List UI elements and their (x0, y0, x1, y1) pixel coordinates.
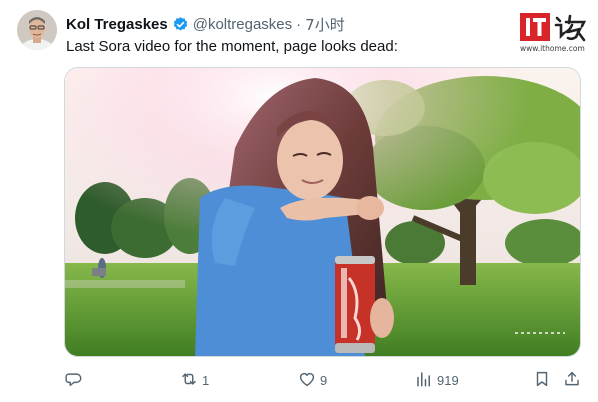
views-icon (415, 370, 433, 391)
share-icon (563, 370, 581, 391)
verified-badge-icon (172, 16, 189, 33)
bookmark-icon (533, 370, 551, 391)
retweet-icon (180, 370, 198, 391)
video-player[interactable] (64, 67, 581, 357)
like-icon (298, 370, 316, 391)
like-button[interactable]: 9 (298, 370, 327, 391)
separator-dot: · (296, 16, 302, 33)
views-button[interactable]: 919 (415, 370, 459, 391)
retweet-count: 1 (202, 373, 210, 388)
tweet-header: Kol Tregaskes @koltregaskes · 7小时 (66, 14, 345, 35)
tweet-text: Last Sora video for the moment, page loo… (66, 38, 398, 55)
bookmark-button[interactable] (533, 370, 551, 391)
ithome-url: www.ithome.com (520, 44, 585, 53)
timestamp[interactable]: 7小时 (305, 14, 345, 35)
reply-button[interactable] (65, 370, 87, 391)
author-name[interactable]: Kol Tregaskes (66, 16, 168, 33)
like-count: 9 (320, 373, 328, 388)
tweet-card[interactable]: Kol Tregaskes @koltregaskes · 7小时 Last S… (0, 0, 598, 402)
retweet-button[interactable]: 1 (180, 370, 209, 391)
reply-icon (65, 370, 83, 391)
author-handle[interactable]: @koltregaskes (193, 16, 292, 33)
action-bar: 1 9 919 (0, 368, 598, 394)
share-button[interactable] (563, 370, 581, 391)
views-count: 919 (437, 373, 459, 388)
avatar[interactable] (17, 10, 57, 50)
